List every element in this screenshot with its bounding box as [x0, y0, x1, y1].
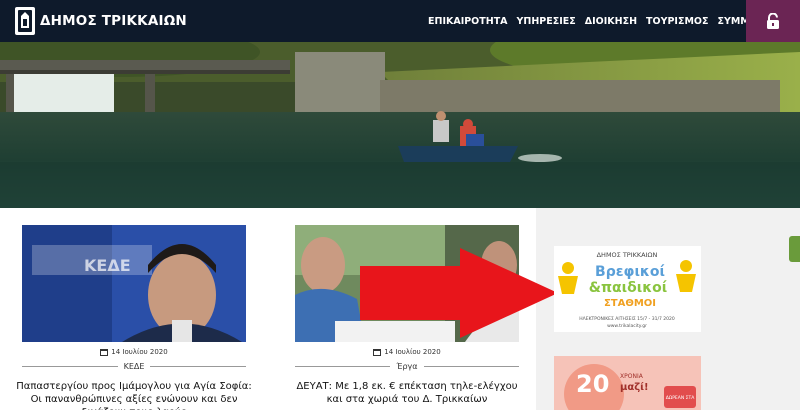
banner-line2: &παιδικοί: [589, 280, 667, 296]
article-image[interactable]: ΚΕΔΕ: [22, 225, 246, 342]
logo-text: ΔΗΜΟΣ ΤΡΙΚΚΑΙΩΝ: [40, 13, 187, 29]
category-link[interactable]: ΚΕΔΕ: [118, 362, 151, 371]
banner-small-text: ΗΛΕΚΤΡΟΝΙΚΕΣ ΑΙΤΗΣΕΙΣ 15/7 - 31/7 2020: [579, 316, 675, 322]
article-date: 14 Ιουλίου 2020: [295, 348, 519, 356]
hero-photo-river: [0, 42, 800, 208]
article-date: 14 Ιουλίου 2020: [22, 348, 246, 356]
divider: [423, 365, 519, 367]
banner-years: ΧΡΟΝΙΑ: [620, 373, 644, 380]
login-button[interactable]: [746, 0, 800, 42]
site-logo[interactable]: ΔΗΜΟΣ ΤΡΙΚΚΑΙΩΝ: [14, 4, 187, 38]
nav-item-services[interactable]: ΥΠΗΡΕΣΙΕΣ: [517, 16, 576, 27]
divider: [295, 365, 391, 367]
banner-url: www.trikalacity.gr: [607, 323, 647, 329]
top-navigation-bar: ΔΗΜΟΣ ΤΡΙΚΚΑΙΩΝ ΕΠΙΚΑΙΡΟΤΗΤΑ ΥΠΗΡΕΣΙΕΣ Δ…: [0, 0, 800, 42]
banner-line1: Βρεφικοί: [595, 264, 665, 280]
article-date-text: 14 Ιουλίου 2020: [384, 348, 441, 356]
banner-badge: ΔΩΡΕΑΝ ΣΤΑ: [666, 395, 696, 401]
divider: [150, 365, 247, 367]
category-link[interactable]: Έργα: [390, 362, 423, 371]
calendar-icon: [373, 349, 382, 356]
article-card: ΚΕΔΕ 14 Ιουλίου 2020 ΚΕΔΕ Παπαστεργίου π…: [16, 208, 252, 410]
municipality-emblem-icon: [15, 7, 35, 35]
nav-item-news[interactable]: ΕΠΙΚΑΙΡΟΤΗΤΑ: [428, 16, 508, 27]
page: ΔΗΜΟΣ ΤΡΙΚΚΑΙΩΝ ΕΠΙΚΑΙΡΟΤΗΤΑ ΥΠΗΡΕΣΙΕΣ Δ…: [0, 0, 800, 410]
article-category: ΚΕΔΕ: [22, 360, 247, 372]
banner-line3: ΣΤΑΘΜΟΙ: [604, 298, 656, 309]
nurseries-banner[interactable]: ΔΗΜΟΣ ΤΡΙΚΚΑΙΩΝ Βρεφικοί &παιδικοί ΣΤΑΘΜ…: [554, 246, 701, 332]
banner-number: 20: [576, 370, 609, 398]
article-date-text: 14 Ιουλίου 2020: [111, 348, 168, 356]
nav-item-tourism[interactable]: ΤΟΥΡΙΣΜΟΣ: [646, 16, 708, 27]
anniversary-banner[interactable]: 20 ΧΡΟΝΙΑ μαζί! ΔΩΡΕΑΝ ΣΤΑ: [554, 356, 701, 410]
nav-item-administration[interactable]: ΔΙΟΙΚΗΣΗ: [585, 16, 637, 27]
divider: [22, 365, 118, 367]
article-category: Έργα: [295, 360, 519, 372]
banner-together: μαζί!: [620, 381, 649, 393]
side-tab[interactable]: [789, 236, 800, 262]
red-arrow-icon: [360, 248, 558, 338]
banner-top-text: ΔΗΜΟΣ ΤΡΙΚΚΑΙΩΝ: [597, 251, 658, 259]
article-title[interactable]: Παπαστεργίου προς Ιμάμογλου για Αγία Σοφ…: [16, 380, 252, 410]
main-menu: ΕΠΙΚΑΙΡΟΤΗΤΑ ΥΠΗΡΕΣΙΕΣ ΔΙΟΙΚΗΣΗ ΤΟΥΡΙΣΜΟ…: [428, 0, 798, 42]
unlock-icon: [767, 13, 779, 29]
calendar-icon: [100, 349, 109, 356]
image-logo-text: ΚΕΔΕ: [84, 256, 131, 275]
article-title[interactable]: ΔΕΥΑΤ: Με 1,8 εκ. € επέκταση τηλε-ελέγχο…: [289, 380, 525, 406]
